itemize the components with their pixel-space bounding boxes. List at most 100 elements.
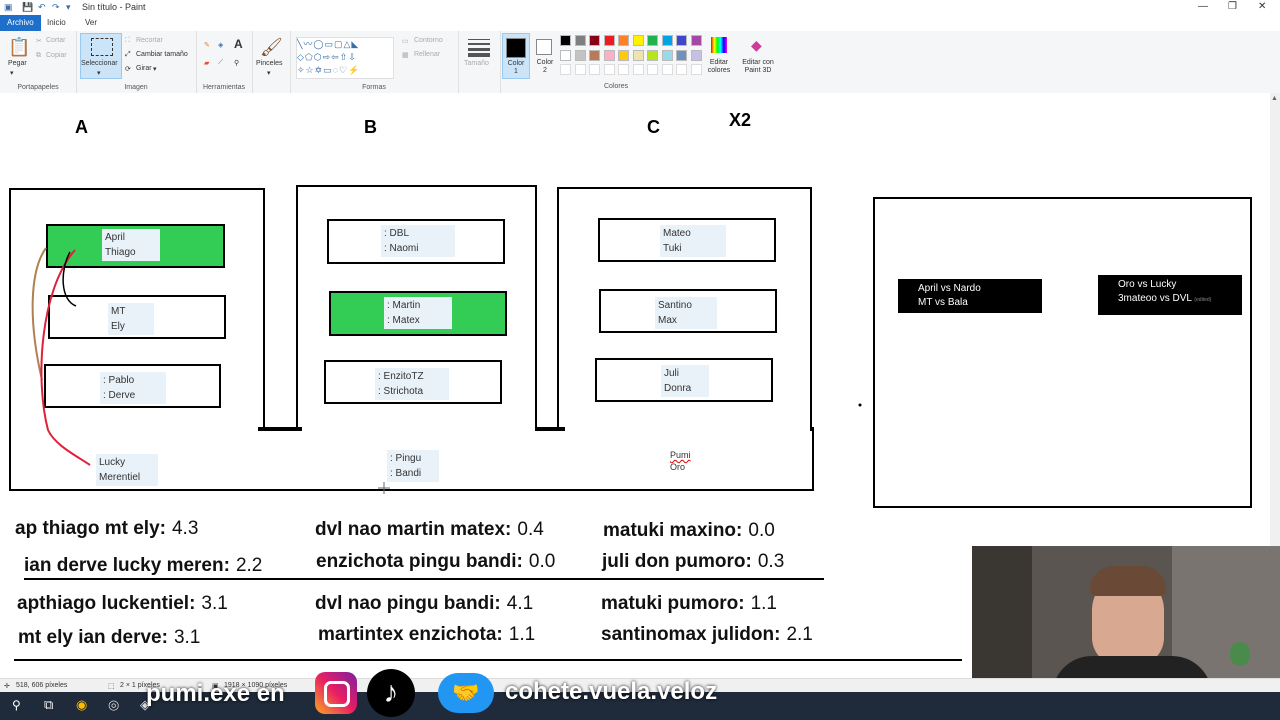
color-swatch[interactable] [661,49,673,61]
color-swatch[interactable] [603,49,615,61]
webcam-left-wall [972,546,1032,692]
brushes-button[interactable]: Pinceles [256,60,282,67]
color2-swatch [536,39,552,55]
save-icon[interactable]: 💾 [22,2,33,13]
color-swatch[interactable] [632,35,644,46]
paste-button[interactable]: Pegar [8,60,27,67]
select-button[interactable]: Seleccionar ▾ [80,33,122,79]
color-swatch[interactable] [690,49,702,61]
fill-shape-button[interactable]: Rellenar [414,51,440,58]
color-swatch[interactable] [589,35,600,46]
color-swatch[interactable] [560,49,571,61]
paint-app-icon: ▣ [4,2,13,12]
odds-row: martintex enzichota: 1.1 [318,624,536,645]
paste-icon[interactable]: 📋 [8,37,30,58]
minimize-button[interactable]: — [1198,1,1208,12]
group-label: Formas [362,84,386,91]
customize-toolbar-icon[interactable]: ▾ [66,2,71,13]
shapes-gallery[interactable]: ╲〰◯▭▢△◣ ◇⬠⬡⇨⇦⇧⇩ ✧☆✡▭◌♡⚡ [296,37,394,79]
team-names: Juli Donra [661,365,709,397]
ribbon: 📋 Pegar ▾ ✂ Cortar ⧉ Copiar Portapapeles… [0,31,1280,94]
magnifier-icon[interactable]: ⚲ [234,59,239,67]
group-label: Portapapeles [17,84,59,91]
color-swatch[interactable] [647,35,658,46]
redo-icon[interactable]: ↷ [52,2,60,13]
text-icon[interactable]: A [234,37,243,51]
custom-color-slot[interactable] [632,64,644,75]
color1-button[interactable]: Color 1 [502,33,530,79]
color1-swatch [506,38,526,58]
chrome-icon[interactable]: ◉ [76,697,87,713]
team-card: Juli Donra [595,358,773,402]
odds-row: matuki pumoro: 1.1 [601,593,777,614]
color-swatch[interactable] [589,49,600,61]
color-swatch[interactable] [690,35,702,46]
group-c-letter: C [647,117,660,137]
color-swatch[interactable] [574,49,586,61]
color1-label: Color 1 [507,60,525,75]
custom-color-slot[interactable] [661,64,673,75]
close-button[interactable]: ✕ [1258,1,1266,12]
size-icon[interactable] [468,39,490,57]
custom-color-slot[interactable] [589,64,600,75]
task-view-icon[interactable]: ⧉ [44,697,53,713]
select-label: Seleccionar [81,60,118,67]
custom-color-slot[interactable] [618,64,629,75]
color-palette [560,35,706,77]
scroll-up-icon[interactable]: ▲ [1271,95,1278,102]
eraser-icon[interactable]: ▰ [204,59,209,67]
color-swatch[interactable] [560,35,571,46]
color-swatch[interactable] [676,35,687,46]
odds-row: mt ely ian derve: 3.1 [18,627,201,648]
outline-icon: ▭ [402,38,409,45]
color-swatch[interactable] [632,49,644,61]
color-swatch[interactable] [618,35,629,46]
brushes-dropdown-icon[interactable]: ▾ [267,69,271,77]
brush-icon[interactable]: 🖌 [260,37,283,58]
edit-colors-button[interactable]: Editar colores [704,33,734,79]
group-formas: ╲〰◯▭▢△◣ ◇⬠⬡⇨⇦⇧⇩ ✧☆✡▭◌♡⚡ ▭ Contorno ▦ Relle… [290,31,459,93]
paste-dropdown-icon[interactable]: ▾ [10,69,14,77]
custom-color-slot[interactable] [574,64,586,75]
crop-icon: ⛶ [125,37,130,44]
custom-color-slot[interactable] [560,64,571,75]
outline-button[interactable]: Contorno [414,37,443,44]
pencil-icon[interactable]: ✎ [204,41,210,49]
color-swatch[interactable] [603,35,615,46]
custom-color-slot[interactable] [690,64,702,75]
copy-button[interactable]: Copiar [46,52,67,59]
color-swatch[interactable] [647,49,658,61]
color-swatch[interactable] [661,35,673,46]
custom-color-slot[interactable] [647,64,658,75]
team-names: April Thiago [102,229,160,261]
undo-icon[interactable]: ↶ [38,2,46,13]
resize-button[interactable]: Cambiar tamaño [136,51,188,58]
custom-color-slot[interactable] [676,64,687,75]
obs-icon[interactable]: ◎ [108,697,119,713]
tab-archivo[interactable]: Archivo [0,15,41,31]
cursor-position-icon: ✛ [4,683,10,690]
color-picker-icon[interactable]: ⟋ [218,59,223,67]
team-names: Santino Max [655,297,717,329]
fill-icon[interactable]: ◈ [218,41,223,49]
rotate-button[interactable]: Girar [136,65,152,72]
odds-row: dvl nao martin matex: 0.4 [315,519,544,540]
odds-row: ian derve lucky meren: 2.2 [24,555,263,576]
search-icon[interactable]: ⚲ [12,698,21,712]
size-button[interactable]: Tamaño [464,60,489,67]
color2-button[interactable]: Color 2 [532,33,558,77]
title-bar: ▣ 💾 ↶ ↷ ▾ Sin título - Paint — ❐ ✕ [0,0,1280,15]
odds-row: matuki maxino: 0.0 [603,520,775,541]
resize-icon: ⤢ [125,51,131,58]
cut-button[interactable]: Cortar [46,37,65,44]
custom-color-slot[interactable] [603,64,615,75]
crop-button[interactable]: Recortar [136,37,163,44]
color-swatch[interactable] [676,49,687,61]
tab-ver[interactable]: Ver [78,15,104,31]
rotate-dropdown-icon[interactable]: ▾ [153,65,157,73]
maximize-button[interactable]: ❐ [1228,1,1237,12]
edit-paint3d-button[interactable]: ◆ Editar con Paint 3D [738,33,778,79]
color-swatch[interactable] [574,35,586,46]
tab-inicio[interactable]: Inicio [40,15,73,31]
color-swatch[interactable] [618,49,629,61]
